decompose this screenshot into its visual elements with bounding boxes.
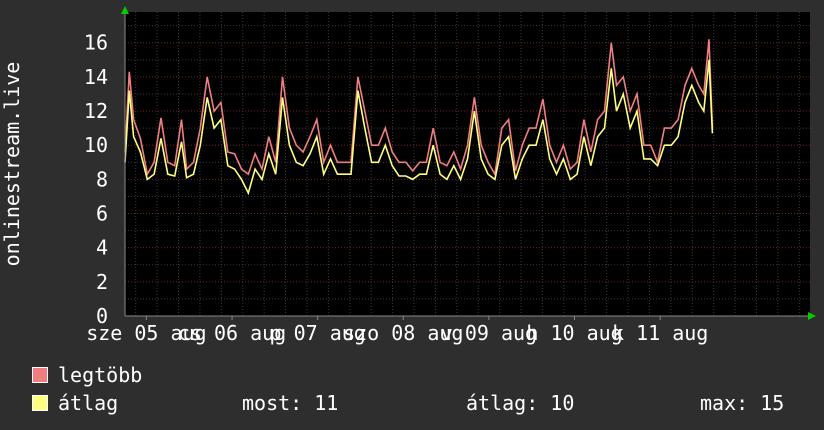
- legend-avg: átlag most: 11 átlag: 10 max: 15: [0, 391, 824, 417]
- legend-max-swatch: [32, 367, 48, 383]
- stat-average: átlag: 10: [466, 391, 575, 415]
- x-tick-label: k 11 aug: [612, 321, 708, 345]
- y-tick-label: 6: [96, 202, 108, 226]
- legend-max-label: legtöbb: [58, 363, 143, 387]
- y-tick-label: 2: [96, 270, 108, 294]
- y-tick-label: 16: [84, 31, 108, 55]
- legend-max: legtöbb: [0, 363, 824, 389]
- legend-avg-swatch: [32, 395, 48, 411]
- y-tick-label: 10: [84, 133, 108, 157]
- y-axis-label: onlinestream.live: [0, 62, 24, 267]
- chart: 0246810121416 sze 05 augcs 06 augp 07 au…: [0, 6, 816, 345]
- y-axis-arrow: [121, 6, 129, 14]
- x-ticks: sze 05 augcs 06 augp 07 augszo 08 augv 0…: [86, 316, 708, 345]
- y-tick-label: 12: [84, 99, 108, 123]
- stat-max: max: 15: [700, 391, 785, 415]
- x-axis-arrow: [808, 312, 816, 320]
- x-tick-label: v 09 aug: [441, 321, 537, 345]
- y-tick-label: 4: [96, 236, 108, 260]
- y-tick-label: 8: [96, 167, 108, 191]
- x-tick-label: h 10 aug: [526, 321, 622, 345]
- y-tick-label: 14: [84, 65, 108, 89]
- stat-now: most: 11: [242, 391, 339, 415]
- legend-avg-label: átlag: [58, 391, 119, 415]
- y-ticks: 0246810121416: [84, 31, 108, 328]
